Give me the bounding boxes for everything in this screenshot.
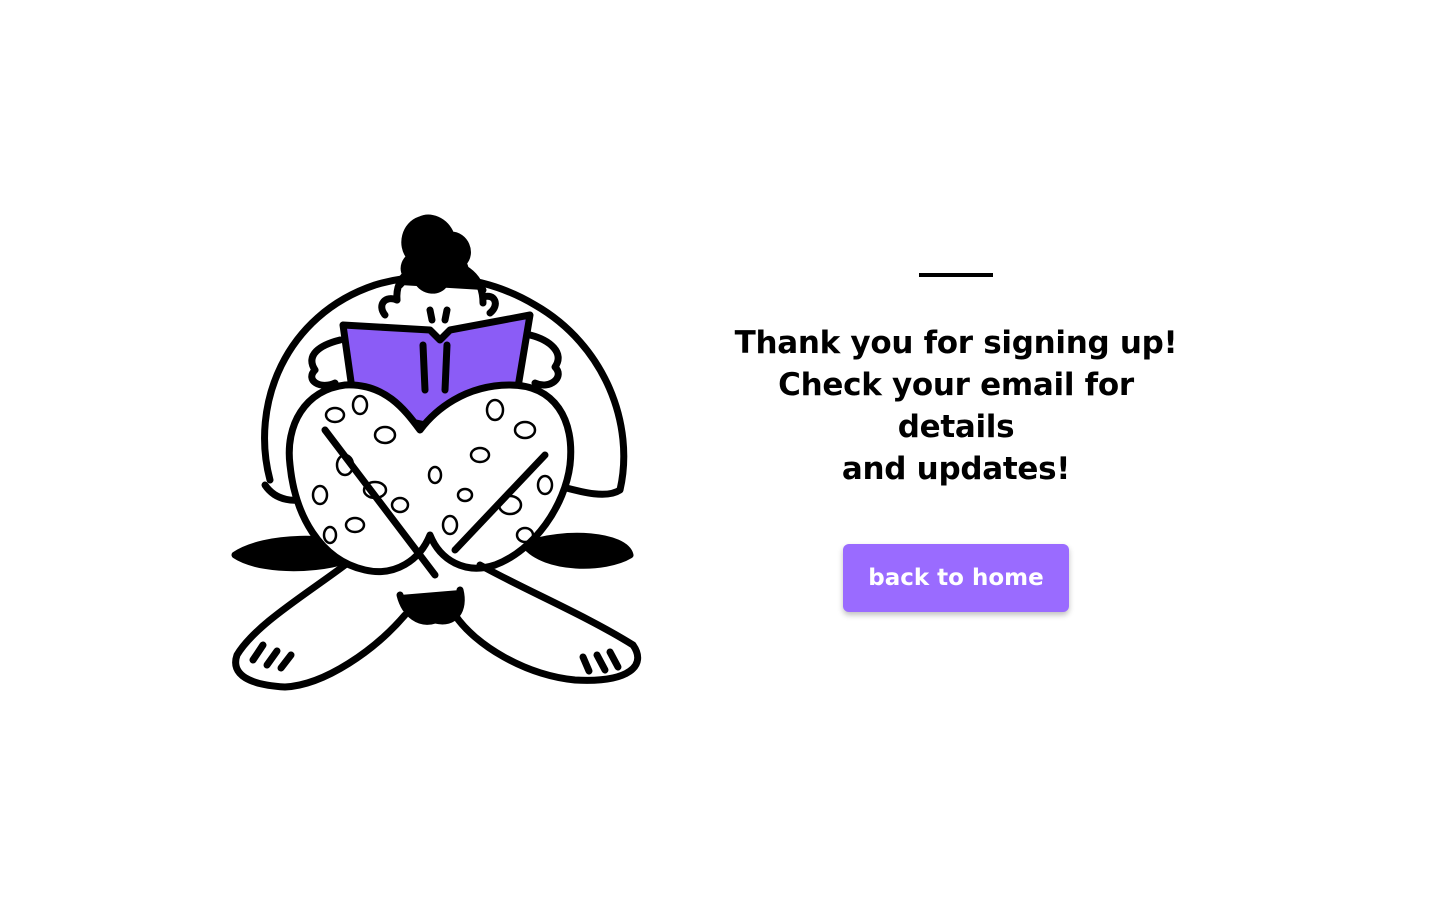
thank-you-page: Thank you for signing up! Check your ema… <box>0 0 1440 900</box>
confirmation-panel: Thank you for signing up! Check your ema… <box>716 265 1196 612</box>
back-to-home-button[interactable]: back to home <box>843 544 1069 612</box>
message-line-2: Check your email for details <box>778 367 1134 445</box>
person-reading-book-illustration <box>231 214 642 691</box>
divider-line <box>919 273 993 277</box>
message-line-1: Thank you for signing up! <box>734 325 1178 361</box>
message-line-3: and updates! <box>841 451 1071 487</box>
confirmation-message: Thank you for signing up! Check your ema… <box>716 322 1196 490</box>
